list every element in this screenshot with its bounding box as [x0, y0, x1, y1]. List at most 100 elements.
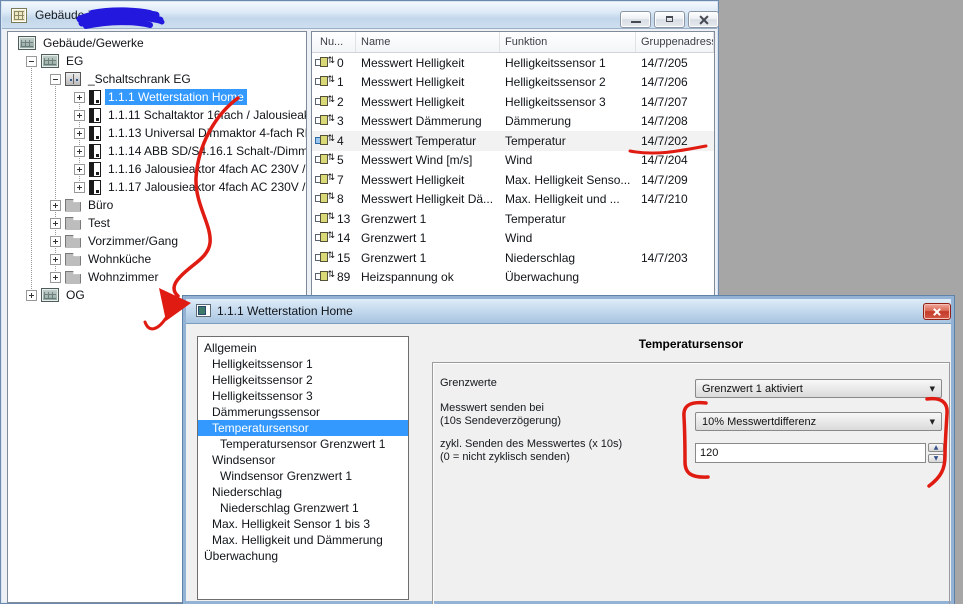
dialog-nav-item[interactable]: Helligkeitssensor 3: [198, 388, 408, 404]
tree-expander-icon[interactable]: [74, 164, 85, 175]
main-window-titlebar[interactable]: Gebäude in: [2, 2, 717, 29]
tree-item-label: OG: [63, 287, 88, 303]
group-object-row[interactable]: 2Messwert HelligkeitHelligkeitssensor 31…: [312, 92, 714, 112]
restore-button[interactable]: [654, 11, 685, 28]
object-number: 1: [337, 75, 344, 89]
device-icon: [89, 108, 101, 123]
dialog-close-button[interactable]: [923, 303, 951, 320]
tree-item[interactable]: 1.1.11 Schaltaktor 16fach / Jalousieakto…: [8, 106, 306, 124]
column-header-gruppenadresse[interactable]: Gruppenadresse: [636, 32, 714, 52]
dialog-titlebar[interactable]: 1.1.1 Wetterstation Home: [186, 299, 951, 324]
group-object-row[interactable]: 15Grenzwert 1Niederschlag14/7/203: [312, 248, 714, 268]
group-object-row[interactable]: 13Grenzwert 1Temperatur: [312, 209, 714, 229]
tree-item[interactable]: 1.1.16 Jalousieaktor 4fach AC 230V / 2fa…: [8, 160, 306, 178]
group-object-row[interactable]: 4Messwert TemperaturTemperatur14/7/202: [312, 131, 714, 151]
tree-expander-icon[interactable]: [74, 110, 85, 121]
tree-item[interactable]: 1.1.17 Jalousieaktor 4fach AC 230V / 2fa…: [8, 178, 306, 196]
tree-expander-icon[interactable]: [26, 56, 37, 67]
close-button[interactable]: [688, 11, 719, 28]
comm-object-icon-part: [320, 213, 328, 223]
tree-expander-icon[interactable]: [74, 128, 85, 139]
dialog-nav-item[interactable]: Temperatursensor: [198, 420, 408, 436]
group-object-row[interactable]: 5Messwert Wind [m/s]Wind14/7/204: [312, 151, 714, 171]
param-label-messwert-senden-1: Messwert senden bei: [440, 402, 544, 414]
tree-item[interactable]: 1.1.1 Wetterstation Home: [8, 88, 306, 106]
messwert-senden-dropdown[interactable]: 10% Messwertdifferenz: [695, 412, 942, 431]
dialog-nav-item[interactable]: Niederschlag Grenzwert 1: [198, 500, 408, 516]
zykl-senden-input[interactable]: [695, 443, 926, 463]
tree-expander-icon[interactable]: [50, 236, 61, 247]
dialog-nav-item[interactable]: Helligkeitssensor 2: [198, 372, 408, 388]
tree-item[interactable]: _Schaltschrank EG: [8, 70, 306, 88]
object-number: 3: [337, 114, 344, 128]
name-cell: Grenzwert 1: [356, 212, 500, 226]
group-object-row[interactable]: 0Messwert HelligkeitHelligkeitssensor 11…: [312, 53, 714, 73]
dialog-nav-item[interactable]: Max. Helligkeit und Dämmerung: [198, 532, 408, 548]
device-icon: [89, 144, 101, 159]
comm-object-icon: [315, 213, 335, 225]
room-icon: [65, 199, 81, 212]
funktion-cell: Überwachung: [500, 270, 636, 284]
grenzwerte-dropdown[interactable]: Grenzwert 1 aktiviert: [695, 379, 942, 398]
gruppenadresse-cell: 14/7/204: [636, 153, 714, 167]
cabinet-icon: [65, 72, 81, 86]
param-label-zykl-senden-1: zykl. Senden des Messwertes (x 10s): [440, 438, 622, 450]
object-number: 5: [337, 153, 344, 167]
column-header-number[interactable]: Nu...: [312, 32, 356, 52]
dialog-nav-item[interactable]: Helligkeitssensor 1: [198, 356, 408, 372]
comm-object-icon: [315, 96, 335, 108]
tree-item[interactable]: 1.1.14 ABB SD/S4.16.1 Schalt-/Dimmaktor: [8, 142, 306, 160]
dialog-nav-item[interactable]: Temperatursensor Grenzwert 1: [198, 436, 408, 452]
tree-item[interactable]: Büro: [8, 196, 306, 214]
group-object-row[interactable]: 8Messwert Helligkeit Dä...Max. Helligkei…: [312, 190, 714, 210]
tree-item[interactable]: Vorzimmer/Gang: [8, 232, 306, 250]
tree-item[interactable]: Gebäude/Gewerke: [8, 34, 306, 52]
tree-item[interactable]: EG: [8, 52, 306, 70]
tree-expander-icon[interactable]: [74, 182, 85, 193]
column-header-funktion[interactable]: Funktion: [500, 32, 636, 52]
dialog-nav-item[interactable]: Allgemein: [198, 340, 408, 356]
dialog-nav-item[interactable]: Max. Helligkeit Sensor 1 bis 3: [198, 516, 408, 532]
funktion-cell: Temperatur: [500, 212, 636, 226]
tree-expander-icon[interactable]: [50, 74, 61, 85]
param-groupbox: [432, 362, 950, 604]
object-number: 89: [337, 270, 350, 284]
tree-expander-icon[interactable]: [74, 92, 85, 103]
building-icon: [41, 54, 59, 68]
group-object-row[interactable]: 89 Heizspannung okÜberwachung: [312, 268, 714, 288]
tree-item[interactable]: Wohnzimmer: [8, 268, 306, 286]
funktion-cell: Temperatur: [500, 134, 636, 148]
dialog-nav-item[interactable]: Dämmerungssensor: [198, 404, 408, 420]
tree-expander-icon[interactable]: [50, 218, 61, 229]
comm-object-icon: [315, 135, 335, 147]
dialog-nav-item[interactable]: Windsensor: [198, 452, 408, 468]
number-cell: 3: [312, 114, 356, 128]
tree-item[interactable]: 1.1.13 Universal Dimmaktor 4-fach REG: [8, 124, 306, 142]
tree-expander-icon[interactable]: [50, 272, 61, 283]
tree-item-label: 1.1.16 Jalousieaktor 4fach AC 230V / 2fa…: [105, 161, 307, 177]
device-icon: [89, 162, 101, 177]
dialog-nav-item[interactable]: Windsensor Grenzwert 1: [198, 468, 408, 484]
tree-expander-icon[interactable]: [50, 254, 61, 265]
tree-expander-icon[interactable]: [50, 200, 61, 211]
tree-item[interactable]: Test: [8, 214, 306, 232]
spinner-up-button[interactable]: ▲: [928, 443, 944, 452]
group-object-row[interactable]: 7Messwert HelligkeitMax. Helligkeit Sens…: [312, 170, 714, 190]
number-cell: 5: [312, 153, 356, 167]
group-object-row[interactable]: 3Messwert DämmerungDämmerung14/7/208: [312, 112, 714, 132]
name-cell: Messwert Temperatur: [356, 134, 500, 148]
tree-item-label: 1.1.1 Wetterstation Home: [105, 89, 247, 105]
spinner-down-button[interactable]: ▼: [928, 454, 944, 463]
group-object-row[interactable]: 14Grenzwert 1Wind: [312, 229, 714, 249]
group-object-row[interactable]: 1Messwert HelligkeitHelligkeitssensor 21…: [312, 73, 714, 93]
gruppenadresse-cell: 14/7/205: [636, 56, 714, 70]
tree-expander-icon[interactable]: [74, 146, 85, 157]
dialog-nav-item[interactable]: Überwachung: [198, 548, 408, 564]
name-cell: Heizspannung ok: [356, 270, 500, 284]
tree-item[interactable]: Wohnküche: [8, 250, 306, 268]
column-header-name[interactable]: Name: [356, 32, 500, 52]
comm-object-icon: [315, 115, 335, 127]
minimize-button[interactable]: [620, 11, 651, 28]
tree-expander-icon[interactable]: [26, 290, 37, 301]
dialog-nav-item[interactable]: Niederschlag: [198, 484, 408, 500]
